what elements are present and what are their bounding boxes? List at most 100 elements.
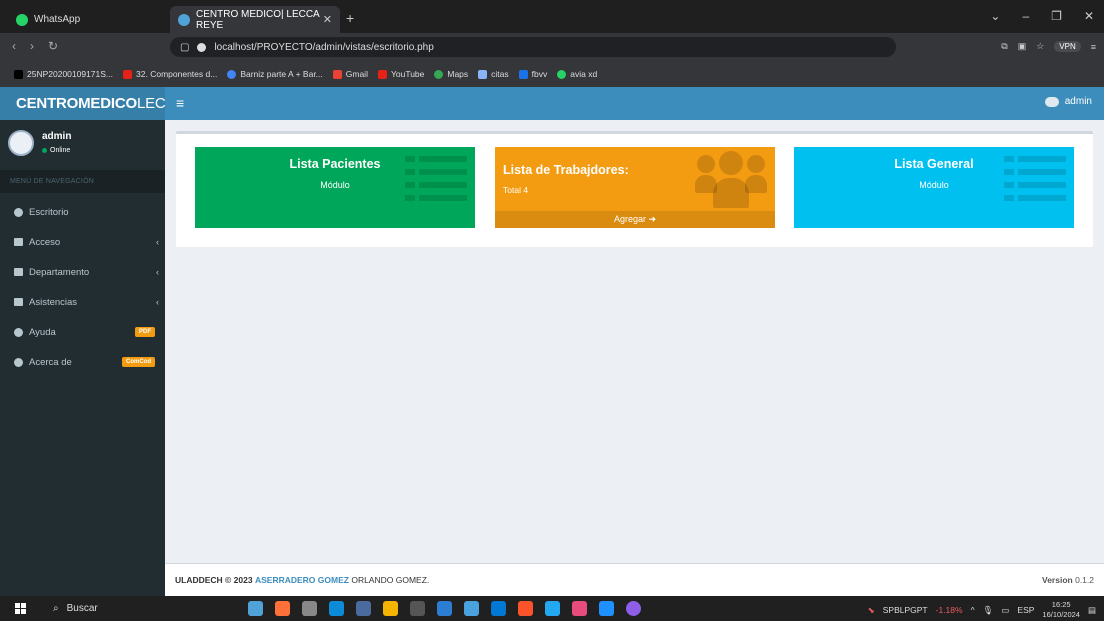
taskbar-search[interactable]: ⌕ Buscar xyxy=(53,603,98,614)
agregar-link[interactable]: Agregar ➜ xyxy=(495,211,775,228)
google-icon xyxy=(227,69,237,79)
pdf-badge: PDF xyxy=(135,327,155,337)
sidebar-item-asistencias[interactable]: Asistencias ‹ xyxy=(0,287,165,317)
sidebar-user-name: admin xyxy=(42,131,72,142)
address-bar: ‹ › ↻ ▢ localhost/PROYECTO/admin/vistas/… xyxy=(0,33,1104,61)
tab-label: CENTRO MEDICO| LECCA REYE xyxy=(196,8,320,31)
bookmark-item[interactable]: Gmail xyxy=(332,69,368,79)
back-button[interactable]: ‹ xyxy=(12,39,16,53)
arrow-circle-right-icon: ➜ xyxy=(648,214,657,224)
vpn-button[interactable]: VPN xyxy=(1054,41,1081,52)
tab-centro-medico[interactable]: CENTRO MEDICO| LECCA REYE ✕ xyxy=(170,6,340,33)
url-text: localhost/PROYECTO/admin/vistas/escritor… xyxy=(214,41,434,53)
close-window-button[interactable]: ✕ xyxy=(1084,9,1094,23)
favorites-icon[interactable]: ☆ xyxy=(1036,41,1044,52)
bookmark-item[interactable]: Maps xyxy=(434,69,468,79)
brave-icon[interactable] xyxy=(518,601,533,616)
app-icon[interactable] xyxy=(599,601,614,616)
bookmark-item[interactable]: fbvv xyxy=(518,69,547,79)
nav-header: MENÚ DE NAVEGACIÓN xyxy=(0,170,165,193)
app-icon[interactable] xyxy=(410,601,425,616)
youtube-icon xyxy=(123,69,133,79)
bookmark-item[interactable]: citas xyxy=(478,69,509,79)
user-status: Online xyxy=(42,147,70,154)
microphone-icon[interactable]: 🎙 xyxy=(983,605,994,616)
bookmarks-bar: 25NP20200109171S... 32. Componentes d...… xyxy=(0,61,1104,87)
footer-copyright: ULADDECH © 2023 xyxy=(175,575,253,585)
app-logo[interactable]: CENTROMEDICOLECC xyxy=(0,87,165,120)
reload-button[interactable]: ↻ xyxy=(48,39,58,53)
box-title: Lista de Trabajdores: xyxy=(503,163,629,177)
bookmark-item[interactable]: 25NP20200109171S... xyxy=(14,69,113,79)
app-icon[interactable] xyxy=(572,601,587,616)
sidebar-toggle-button[interactable]: ≡ xyxy=(176,95,184,111)
version-info: Version 0.1.2 xyxy=(1042,575,1094,585)
app-header: CENTROMEDICOLECC ≡ admin xyxy=(0,87,1104,120)
language-indicator[interactable]: ESP xyxy=(1017,605,1034,615)
users-icon xyxy=(695,151,767,213)
bookmark-item[interactable]: 32. Componentes d... xyxy=(123,69,217,79)
clock[interactable]: 16:25 16/10/2024 xyxy=(1042,600,1080,620)
avatar xyxy=(8,130,34,156)
tab-bar: WhatsApp CENTRO MEDICO| LECCA REYE ✕ + ⌄… xyxy=(0,0,1104,33)
tab-label: WhatsApp xyxy=(34,14,81,25)
folder-icon xyxy=(14,268,23,276)
app-icon[interactable] xyxy=(437,601,452,616)
app-icon[interactable] xyxy=(302,601,317,616)
chrome-icon[interactable] xyxy=(383,601,398,616)
user-icon xyxy=(1044,96,1059,107)
forward-button[interactable]: › xyxy=(30,39,34,53)
minimize-button[interactable]: – xyxy=(1022,9,1029,23)
footer-link[interactable]: ASERRADERO GOMEZ xyxy=(255,575,349,585)
sidebar-item-acceso[interactable]: Acceso ‹ xyxy=(0,227,165,257)
chevron-up-icon[interactable]: ^ xyxy=(971,605,975,615)
bookmark-item[interactable]: YouTube xyxy=(377,69,424,79)
menu-icon[interactable]: ≡ xyxy=(1091,42,1096,52)
chrome-app-icon[interactable] xyxy=(248,601,263,616)
nav-buttons: ‹ › ↻ xyxy=(12,39,58,53)
app-icon[interactable] xyxy=(491,601,506,616)
maps-icon xyxy=(434,69,444,79)
sidebar-item-acerca-de[interactable]: Acerca de ComCod xyxy=(0,347,165,377)
new-tab-button[interactable]: + xyxy=(346,10,354,26)
stock-ticker[interactable]: SPBLPGPT xyxy=(883,605,928,615)
extensions-icon[interactable]: ⧉ xyxy=(1001,41,1007,52)
firefox-icon[interactable] xyxy=(275,601,290,616)
window-controls: ⌄ – ❐ ✕ xyxy=(990,9,1094,23)
bookmark-item[interactable]: Barniz parte A + Bar... xyxy=(227,69,323,79)
sidebar-icon[interactable]: ▣ xyxy=(1018,41,1027,52)
chevron-left-icon: ‹ xyxy=(156,267,159,277)
windows-start-icon[interactable] xyxy=(15,603,31,614)
close-icon[interactable]: ✕ xyxy=(323,13,332,26)
sidebar-item-escritorio[interactable]: Escritorio xyxy=(0,197,165,227)
folder-icon xyxy=(478,69,488,79)
box-lista-pacientes[interactable]: Lista Pacientes Módulo xyxy=(195,147,475,228)
zoom-icon[interactable] xyxy=(626,601,641,616)
chevron-left-icon: ‹ xyxy=(156,297,159,307)
status-dot-icon xyxy=(42,148,47,153)
url-field[interactable]: ▢ localhost/PROYECTO/admin/vistas/escrit… xyxy=(170,37,896,57)
info-icon[interactable] xyxy=(197,42,207,52)
edge-icon[interactable] xyxy=(329,601,344,616)
notification-icon[interactable]: ▤ xyxy=(1088,605,1096,616)
store-icon[interactable] xyxy=(356,601,371,616)
chevron-down-icon[interactable]: ⌄ xyxy=(990,9,1000,23)
youtube-icon xyxy=(377,69,387,79)
chevron-left-icon: ‹ xyxy=(156,237,159,247)
user-menu[interactable]: admin xyxy=(1044,96,1092,107)
box-subtitle: Total 4 xyxy=(503,185,529,195)
link-icon xyxy=(518,69,528,79)
sidebar-item-departamento[interactable]: Departamento ‹ xyxy=(0,257,165,287)
info-icon xyxy=(14,357,23,367)
vscode-icon[interactable] xyxy=(545,601,560,616)
box-lista-general[interactable]: Lista General Módulo xyxy=(794,147,1074,228)
sidebar-item-ayuda[interactable]: Ayuda PDF xyxy=(0,317,165,347)
bookmark-icon[interactable]: ▢ xyxy=(180,42,189,53)
tab-whatsapp[interactable]: WhatsApp xyxy=(8,6,168,33)
list-icon xyxy=(405,156,467,208)
app-icon[interactable] xyxy=(464,601,479,616)
network-icon[interactable]: ▭ xyxy=(1001,605,1009,616)
bookmark-item[interactable]: avia xd xyxy=(557,69,597,79)
maximize-button[interactable]: ❐ xyxy=(1051,9,1062,23)
box-lista-trabajadores[interactable]: Lista de Trabajdores: Total 4 Agregar ➜ xyxy=(495,147,775,228)
